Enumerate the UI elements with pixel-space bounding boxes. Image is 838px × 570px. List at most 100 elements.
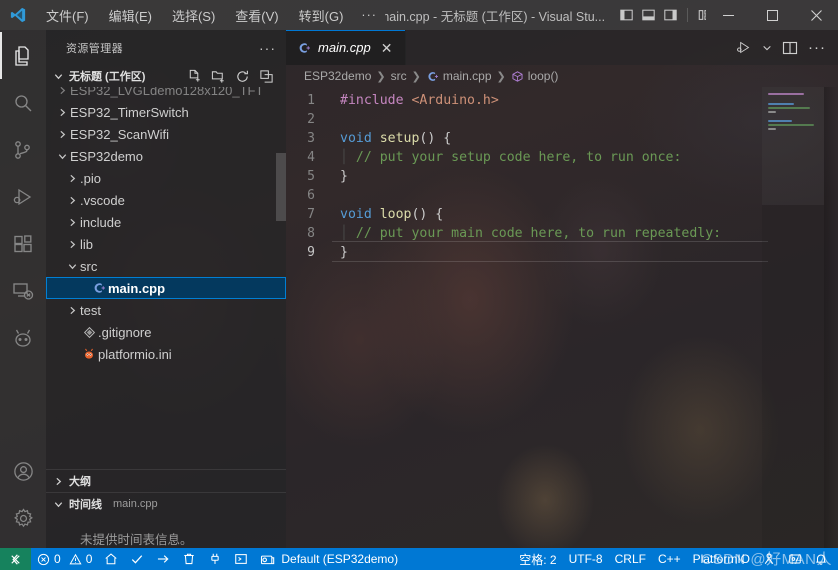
tree-item[interactable]: ESP32demo — [46, 145, 286, 167]
tab-label: main.cpp — [318, 40, 371, 55]
activity-platformio-icon[interactable] — [0, 314, 46, 361]
workspace-section-header[interactable]: 无标题 (工作区) — [46, 65, 286, 87]
platformio-project-env-status[interactable]: Default (ESP32demo) — [254, 548, 404, 570]
split-editor-icon[interactable] — [782, 40, 798, 56]
activity-source-control-icon[interactable] — [0, 126, 46, 173]
breadcrumb-item[interactable]: ESP32demo — [304, 69, 371, 83]
activity-explorer-icon[interactable] — [0, 32, 46, 79]
activity-settings-gear-icon[interactable] — [0, 495, 46, 542]
code-line[interactable]: 5} — [286, 167, 762, 186]
layout-controls[interactable] — [619, 8, 706, 22]
breadcrumb-label: ESP32demo — [304, 69, 372, 83]
project-env-label: Default (ESP32demo) — [281, 552, 399, 566]
breadcrumb-item[interactable]: loop() — [511, 69, 558, 83]
code-line[interactable]: 3 void setup() { — [286, 129, 762, 148]
platformio-terminal-status[interactable] — [228, 548, 254, 570]
toggle-primary-sidebar-icon[interactable] — [619, 8, 634, 22]
tree-item[interactable]: ESP32_ScanWifi — [46, 123, 286, 145]
menu-file[interactable]: 文件(F) — [37, 3, 98, 28]
timeline-section-header[interactable]: 时间线 main.cpp — [46, 493, 286, 515]
tree-item[interactable]: lib — [46, 233, 286, 255]
breadcrumb[interactable]: ESP32demo ❯ src ❯ main.cpp ❯ loop() — [286, 65, 838, 87]
tree-item[interactable]: .gitignore — [46, 321, 286, 343]
menu-edit[interactable]: 编辑(E) — [100, 3, 161, 28]
activity-remote-explorer-icon[interactable] — [0, 267, 46, 314]
menu-bar[interactable]: 文件(F) 编辑(E) 选择(S) 查看(V) 转到(G) ··· — [36, 0, 385, 30]
new-folder-icon[interactable] — [211, 69, 226, 84]
timeline-label: 时间线 — [69, 499, 102, 511]
tree-item[interactable]: src — [46, 255, 286, 277]
screencast-status[interactable] — [782, 548, 808, 570]
sidebar-more-actions-icon[interactable]: ··· — [259, 40, 276, 56]
maximize-button[interactable] — [750, 0, 794, 30]
breadcrumb-item[interactable]: src — [391, 69, 407, 83]
minimap-line — [768, 120, 792, 122]
tree-item[interactable]: test — [46, 299, 286, 321]
tab-main-cpp[interactable]: main.cpp ✕ — [286, 30, 407, 65]
window-controls[interactable] — [706, 0, 838, 30]
tree-item-selected[interactable]: main.cpp — [46, 277, 286, 299]
code-line[interactable]: 2 — [286, 110, 762, 129]
chevron-down-icon-run[interactable] — [762, 43, 772, 53]
sidebar-scrollbar[interactable] — [276, 153, 286, 221]
tab-close-icon[interactable]: ✕ — [378, 39, 396, 57]
live-share-status[interactable] — [756, 548, 782, 570]
tree-item[interactable]: ESP32_TimerSwitch — [46, 101, 286, 123]
encoding-status[interactable]: UTF-8 — [563, 548, 609, 570]
minimap-line — [768, 128, 776, 130]
explorer-header-actions[interactable] — [187, 69, 280, 84]
platformio-status[interactable]: PlatformIO — [687, 548, 756, 570]
code-lines[interactable]: 1 #include <Arduino.h> 2 3 void setup() {4 │ … — [286, 87, 767, 548]
minimap[interactable] — [762, 87, 824, 548]
platformio-serial-monitor-status[interactable] — [202, 548, 228, 570]
activity-extensions-icon[interactable] — [0, 220, 46, 267]
editor-content[interactable]: 1 #include <Arduino.h> 2 3 void setup() {4 │ … — [286, 87, 838, 548]
code-token: } — [340, 169, 348, 184]
new-file-icon[interactable] — [187, 69, 202, 84]
notifications-status[interactable] — [808, 548, 834, 570]
code-line[interactable]: 7 void loop() { — [286, 205, 762, 224]
toggle-secondary-sidebar-icon[interactable] — [663, 8, 678, 22]
editor-actions[interactable]: ··· — [729, 30, 838, 65]
activity-account-icon[interactable] — [0, 448, 46, 495]
platformio-upload-status[interactable] — [150, 548, 176, 570]
tree-item[interactable]: .vscode — [46, 189, 286, 211]
code-line[interactable]: 4 │ // put your setup code here, to run o… — [286, 148, 762, 167]
activity-search-icon[interactable] — [0, 79, 46, 126]
eol-status[interactable]: CRLF — [609, 548, 652, 570]
collapse-all-icon[interactable] — [259, 69, 274, 84]
code-line[interactable]: 8 │ // put your main code here, to run re… — [286, 224, 762, 243]
code-line-text: } — [332, 167, 348, 186]
menu-overflow-button[interactable]: ··· — [353, 5, 385, 25]
code-line[interactable]: 9} — [286, 241, 767, 262]
platformio-clean-status[interactable] — [176, 548, 202, 570]
refresh-icon[interactable] — [235, 69, 250, 84]
platformio-build-status[interactable] — [124, 548, 150, 570]
toggle-panel-icon[interactable] — [641, 8, 656, 22]
remote-host-status[interactable] — [0, 548, 31, 570]
menu-selection[interactable]: 选择(S) — [163, 3, 224, 28]
code-line[interactable]: 6 — [286, 186, 762, 205]
tree-item[interactable]: ESP32_LVGLdemo128x120_TFT — [46, 87, 286, 101]
menu-view[interactable]: 查看(V) — [226, 3, 287, 28]
problems-status[interactable]: 0 0 — [31, 548, 98, 570]
outline-section-header[interactable]: 大纲 — [46, 470, 286, 492]
indentation-status[interactable]: 空格: 2 — [513, 548, 562, 570]
platformio-home-status[interactable] — [98, 548, 124, 570]
run-debug-icon[interactable] — [735, 39, 752, 56]
file-tree[interactable]: ESP32_LVGLdemo128x120_TFT ESP32_TimerSwit… — [46, 87, 286, 469]
tree-item[interactable]: .pio — [46, 167, 286, 189]
menu-go[interactable]: 转到(G) — [290, 3, 353, 28]
code-line[interactable]: 1 #include <Arduino.h> — [286, 91, 762, 110]
line-number: 4 — [307, 150, 315, 165]
close-button[interactable] — [794, 0, 838, 30]
activity-run-and-debug-icon[interactable] — [0, 173, 46, 220]
customize-layout-icon[interactable] — [697, 8, 706, 22]
tree-item[interactable]: include — [46, 211, 286, 233]
minimize-button[interactable] — [706, 0, 750, 30]
breadcrumb-item[interactable]: main.cpp — [426, 69, 492, 83]
language-mode-status[interactable]: C++ — [652, 548, 687, 570]
chevron-right-icon — [54, 107, 70, 118]
tree-item[interactable]: platformio.ini — [46, 343, 286, 365]
chevron-right-icon — [64, 305, 80, 316]
